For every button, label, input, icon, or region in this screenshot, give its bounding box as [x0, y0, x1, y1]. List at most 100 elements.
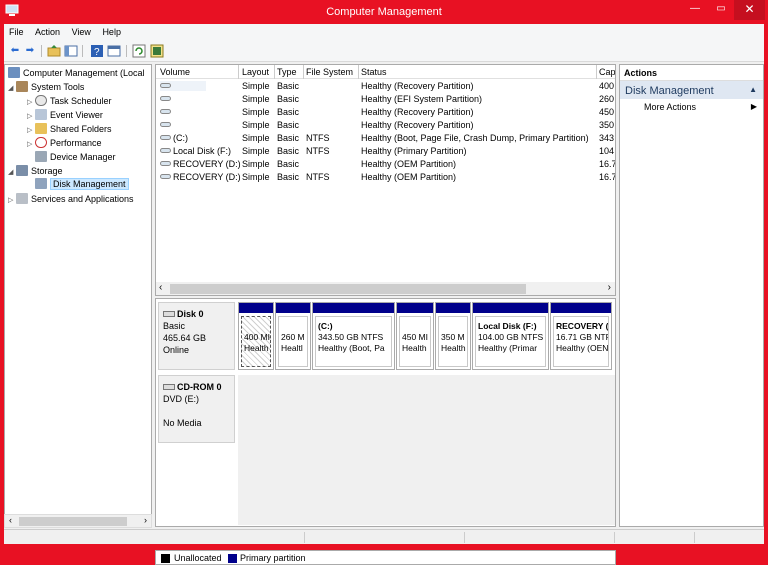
navigation-tree: Computer Management (Local ◢ System Tools…	[4, 64, 152, 521]
title-bar[interactable]: Computer Management — ▭ ✕	[0, 0, 768, 24]
collapse-arrow-icon[interactable]: ◢	[8, 84, 16, 92]
partition-recovery-d[interactable]: RECOVERY (16.71 GB NTF Healthy (OEN	[550, 302, 612, 370]
help-icon[interactable]: ?	[90, 44, 104, 58]
column-capacity[interactable]: Cap	[599, 67, 615, 77]
clock-icon	[35, 95, 47, 106]
cdrom-0-label[interactable]: CD-ROM 0 DVD (E:) No Media	[158, 375, 235, 443]
scroll-left-icon[interactable]: ‹	[9, 515, 12, 525]
disk-0-label[interactable]: Disk 0 Basic 465.64 GB Online	[158, 302, 235, 370]
device-manager-icon	[35, 151, 47, 162]
partition-efi-260[interactable]: 260 M Healtl	[275, 302, 311, 370]
menu-help[interactable]: Help	[97, 24, 125, 37]
status-bar	[4, 529, 764, 544]
disk-settings-icon[interactable]	[150, 44, 164, 58]
tree-item-computer-management[interactable]: Computer Management (Local	[8, 67, 145, 80]
window-title: Computer Management	[326, 6, 442, 18]
tree-item-system-tools[interactable]: ◢ System Tools	[8, 81, 84, 94]
volume-row[interactable]: Simple Basic Healthy (Recovery Partition…	[156, 80, 615, 93]
volume-row[interactable]: RECOVERY (D:) Simple Basic NTFS Healthy …	[156, 171, 615, 184]
drive-icon	[160, 109, 171, 114]
partition-c[interactable]: (C:) 343.50 GB NTFS Healthy (Boot, Pa	[312, 302, 395, 370]
actions-section-disk-management[interactable]: Disk Management ▲	[620, 81, 763, 99]
tree-item-storage[interactable]: ◢ Storage	[8, 165, 63, 178]
menu-view[interactable]: View	[67, 24, 95, 37]
services-icon	[16, 193, 28, 204]
shared-folder-icon	[35, 123, 47, 134]
volume-row[interactable]: Simple Basic Healthy (Recovery Partition…	[156, 119, 615, 132]
tree-item-task-scheduler[interactable]: ▷ Task Scheduler	[27, 95, 112, 108]
submenu-arrow-icon: ▶	[750, 102, 757, 111]
expand-arrow-icon[interactable]: ▷	[27, 112, 35, 120]
tools-icon	[16, 81, 28, 92]
menu-action[interactable]: Action	[30, 24, 64, 37]
volume-list-horizontal-scrollbar[interactable]: ‹ ›	[156, 282, 615, 295]
unallocated-swatch	[161, 554, 170, 563]
drive-icon	[160, 83, 171, 88]
tree-item-performance[interactable]: ▷ Performance	[27, 137, 102, 150]
column-layout[interactable]: Layout	[242, 67, 269, 77]
tree-item-event-viewer[interactable]: ▷ Event Viewer	[27, 109, 103, 122]
close-button[interactable]: ✕	[734, 0, 765, 20]
partition-recovery-450[interactable]: 450 MI Health	[396, 302, 434, 370]
volume-row[interactable]: Local Disk (F:) Simple Basic NTFS Health…	[156, 145, 615, 158]
back-arrow-icon[interactable]: ⬅	[8, 44, 22, 58]
drive-icon	[160, 174, 171, 179]
tree-item-device-manager[interactable]: Device Manager	[35, 151, 116, 164]
disk-management-icon	[35, 178, 47, 189]
scroll-thumb[interactable]	[19, 517, 127, 526]
drive-icon	[160, 135, 171, 140]
column-file-system[interactable]: File System	[306, 67, 353, 77]
show-hide-tree-icon[interactable]	[64, 44, 78, 58]
column-status[interactable]: Status	[361, 67, 387, 77]
actions-header: Actions	[620, 65, 763, 81]
tree-item-disk-management[interactable]: Disk Management	[35, 178, 129, 191]
cd-drive-icon	[163, 384, 175, 390]
scroll-right-icon[interactable]: ›	[144, 515, 147, 525]
tree-item-shared-folders[interactable]: ▷ Shared Folders	[27, 123, 112, 136]
collapse-up-icon[interactable]: ▲	[749, 85, 757, 94]
scroll-thumb[interactable]	[170, 284, 526, 294]
collapse-arrow-icon[interactable]: ◢	[8, 168, 16, 176]
up-folder-icon[interactable]	[47, 44, 61, 58]
performance-icon	[35, 137, 47, 148]
refresh-icon[interactable]	[132, 44, 146, 58]
expand-arrow-icon[interactable]: ▷	[27, 140, 35, 148]
column-type[interactable]: Type	[277, 67, 297, 77]
expand-arrow-icon[interactable]: ▷	[8, 196, 16, 204]
scroll-left-icon[interactable]: ‹	[159, 282, 162, 293]
tree-horizontal-scrollbar[interactable]: ‹ ›	[4, 514, 152, 528]
column-volume[interactable]: Volume	[160, 67, 190, 77]
client-area: File Action View Help ⬅ ➡ ? Computer Man…	[4, 24, 764, 565]
forward-arrow-icon[interactable]: ➡	[23, 44, 37, 58]
actions-pane: Actions Disk Management ▲ More Actions ▶	[619, 64, 764, 527]
volume-row[interactable]: Simple Basic Healthy (EFI System Partiti…	[156, 93, 615, 106]
computer-management-window: Computer Management — ▭ ✕ File Action Vi…	[0, 0, 768, 565]
menu-bar: File Action View Help	[4, 24, 764, 41]
drive-icon	[160, 96, 171, 101]
maximize-button[interactable]: ▭	[708, 0, 734, 20]
menu-file[interactable]: File	[4, 24, 28, 37]
scroll-right-icon[interactable]: ›	[608, 282, 611, 293]
drive-icon	[160, 161, 171, 166]
volume-list-header: Volume Layout Type File System Status Ca…	[156, 65, 615, 79]
volume-row[interactable]: RECOVERY (D:) Simple Basic Healthy (OEM …	[156, 158, 615, 171]
drive-icon	[160, 122, 171, 127]
minimize-button[interactable]: —	[682, 0, 708, 20]
cdrom-empty-area	[238, 375, 615, 525]
expand-arrow-icon[interactable]: ▷	[27, 126, 35, 134]
tree-item-services-applications[interactable]: ▷ Services and Applications	[8, 193, 134, 206]
storage-icon	[16, 165, 28, 176]
primary-partition-swatch	[228, 554, 237, 563]
expand-arrow-icon[interactable]: ▷	[27, 98, 35, 106]
volume-row[interactable]: (C:) Simple Basic NTFS Healthy (Boot, Pa…	[156, 132, 615, 145]
legend: Unallocated Primary partition	[155, 550, 616, 565]
partition-recovery-350[interactable]: 350 M Health	[435, 302, 471, 370]
partition-local-disk-f[interactable]: Local Disk (F:) 104.00 GB NTFS Healthy (Pr…	[472, 302, 549, 370]
svg-text:?: ?	[94, 47, 100, 58]
legend-unallocated: Unallocated	[174, 553, 222, 563]
volume-row[interactable]: Simple Basic Healthy (Recovery Partition…	[156, 106, 615, 119]
partition-recovery-400[interactable]: 400 MI Health	[238, 302, 274, 370]
more-actions-item[interactable]: More Actions ▶	[620, 99, 763, 115]
properties-icon[interactable]	[107, 44, 121, 58]
disk-icon	[163, 311, 175, 317]
